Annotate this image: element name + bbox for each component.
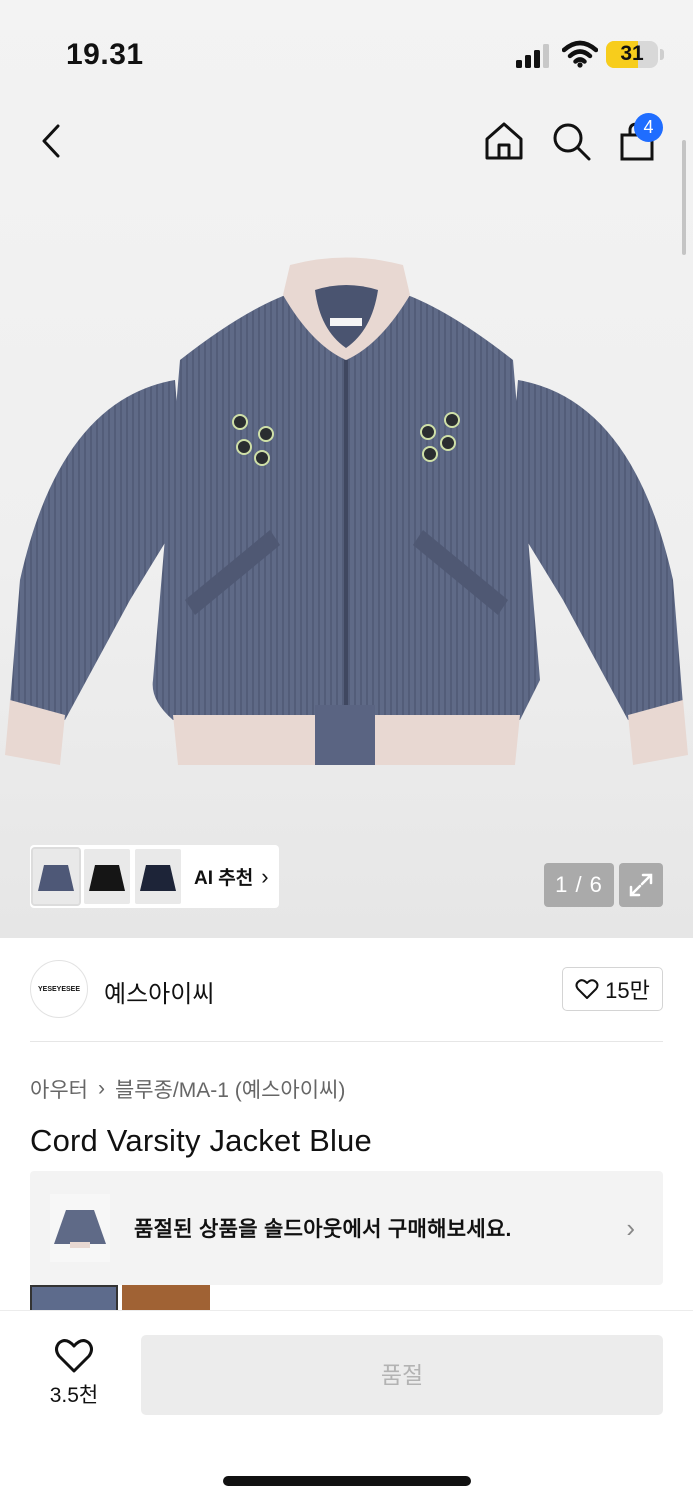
soldout-banner-text: 품절된 상품을 솔드아웃에서 구매해보세요. (134, 1218, 512, 1241)
product-gallery: 19.31 31 4 AI 추천 › 1 / 6 (0, 0, 693, 938)
heart-icon (575, 979, 599, 999)
brand-like-count: 15만 (605, 978, 650, 1003)
ai-thumbnail-3[interactable] (135, 849, 181, 904)
wifi-icon (562, 40, 598, 68)
breadcrumb: 아우터 › 블루종/MA-1 (예스아이씨) (30, 1074, 345, 1104)
jacket-thumb-icon (140, 864, 176, 891)
chevron-left-icon (42, 124, 60, 158)
brand-logo[interactable]: YESEYESEE (30, 960, 88, 1018)
battery-level: 31 (620, 42, 644, 65)
heart-icon (55, 1339, 93, 1373)
brand-like-button[interactable]: 15만 (562, 967, 663, 1011)
back-button[interactable] (30, 118, 76, 164)
top-nav (0, 110, 693, 170)
soldout-button[interactable]: 품절 (141, 1335, 663, 1415)
home-indicator (223, 1476, 471, 1486)
jacket-thumb-icon (54, 1210, 106, 1248)
cart-count-badge: 4 (634, 113, 663, 142)
battery-tip (660, 49, 664, 60)
color-options (30, 1285, 210, 1311)
expand-icon (629, 873, 653, 897)
home-icon (485, 122, 523, 160)
divider (30, 1041, 663, 1042)
image-counter: 1 / 6 (544, 863, 614, 907)
scroll-indicator (682, 140, 686, 255)
chevron-right-icon: › (97, 1077, 105, 1100)
bottom-action-bar: 3.5천 품절 (0, 1310, 693, 1500)
ai-recommend-label: AI 추천 (194, 868, 254, 889)
expand-button[interactable] (619, 863, 663, 907)
status-time: 19.31 (66, 38, 144, 71)
jacket-thumb-icon (89, 864, 125, 891)
color-option-brown[interactable] (122, 1285, 210, 1311)
product-image[interactable] (0, 250, 693, 780)
color-option-blue[interactable] (30, 1285, 118, 1311)
wishlist-button[interactable]: 3.5천 (30, 1337, 118, 1417)
product-title: Cord Varsity Jacket Blue (30, 1123, 372, 1158)
battery-indicator: 31 (606, 41, 658, 68)
brand-row: YESEYESEE 예스아이씨 15만 (30, 960, 663, 1018)
soldout-banner[interactable]: 품절된 상품을 솔드아웃에서 구매해보세요. › (30, 1171, 663, 1285)
chevron-right-icon: › (261, 863, 269, 889)
ai-thumbnail-2[interactable] (84, 849, 130, 904)
wishlist-count: 3.5천 (49, 1384, 99, 1407)
brand-name[interactable]: 예스아이씨 (104, 974, 214, 1009)
home-button[interactable] (481, 118, 527, 164)
ai-recommend-panel[interactable]: AI 추천 › (30, 845, 279, 908)
breadcrumb-item-blouson[interactable]: 블루종/MA-1 (예스아이씨) (115, 1074, 345, 1104)
banner-thumbnail (50, 1194, 110, 1262)
breadcrumb-item-outer[interactable]: 아우터 (30, 1074, 88, 1104)
ai-thumbnail-1[interactable] (31, 847, 81, 906)
search-button[interactable] (548, 118, 594, 164)
signal-icon (516, 44, 549, 68)
status-bar: 19.31 31 (0, 0, 693, 100)
jacket-thumb-icon (38, 864, 74, 891)
chevron-right-icon: › (626, 1213, 635, 1243)
search-icon (553, 123, 591, 161)
